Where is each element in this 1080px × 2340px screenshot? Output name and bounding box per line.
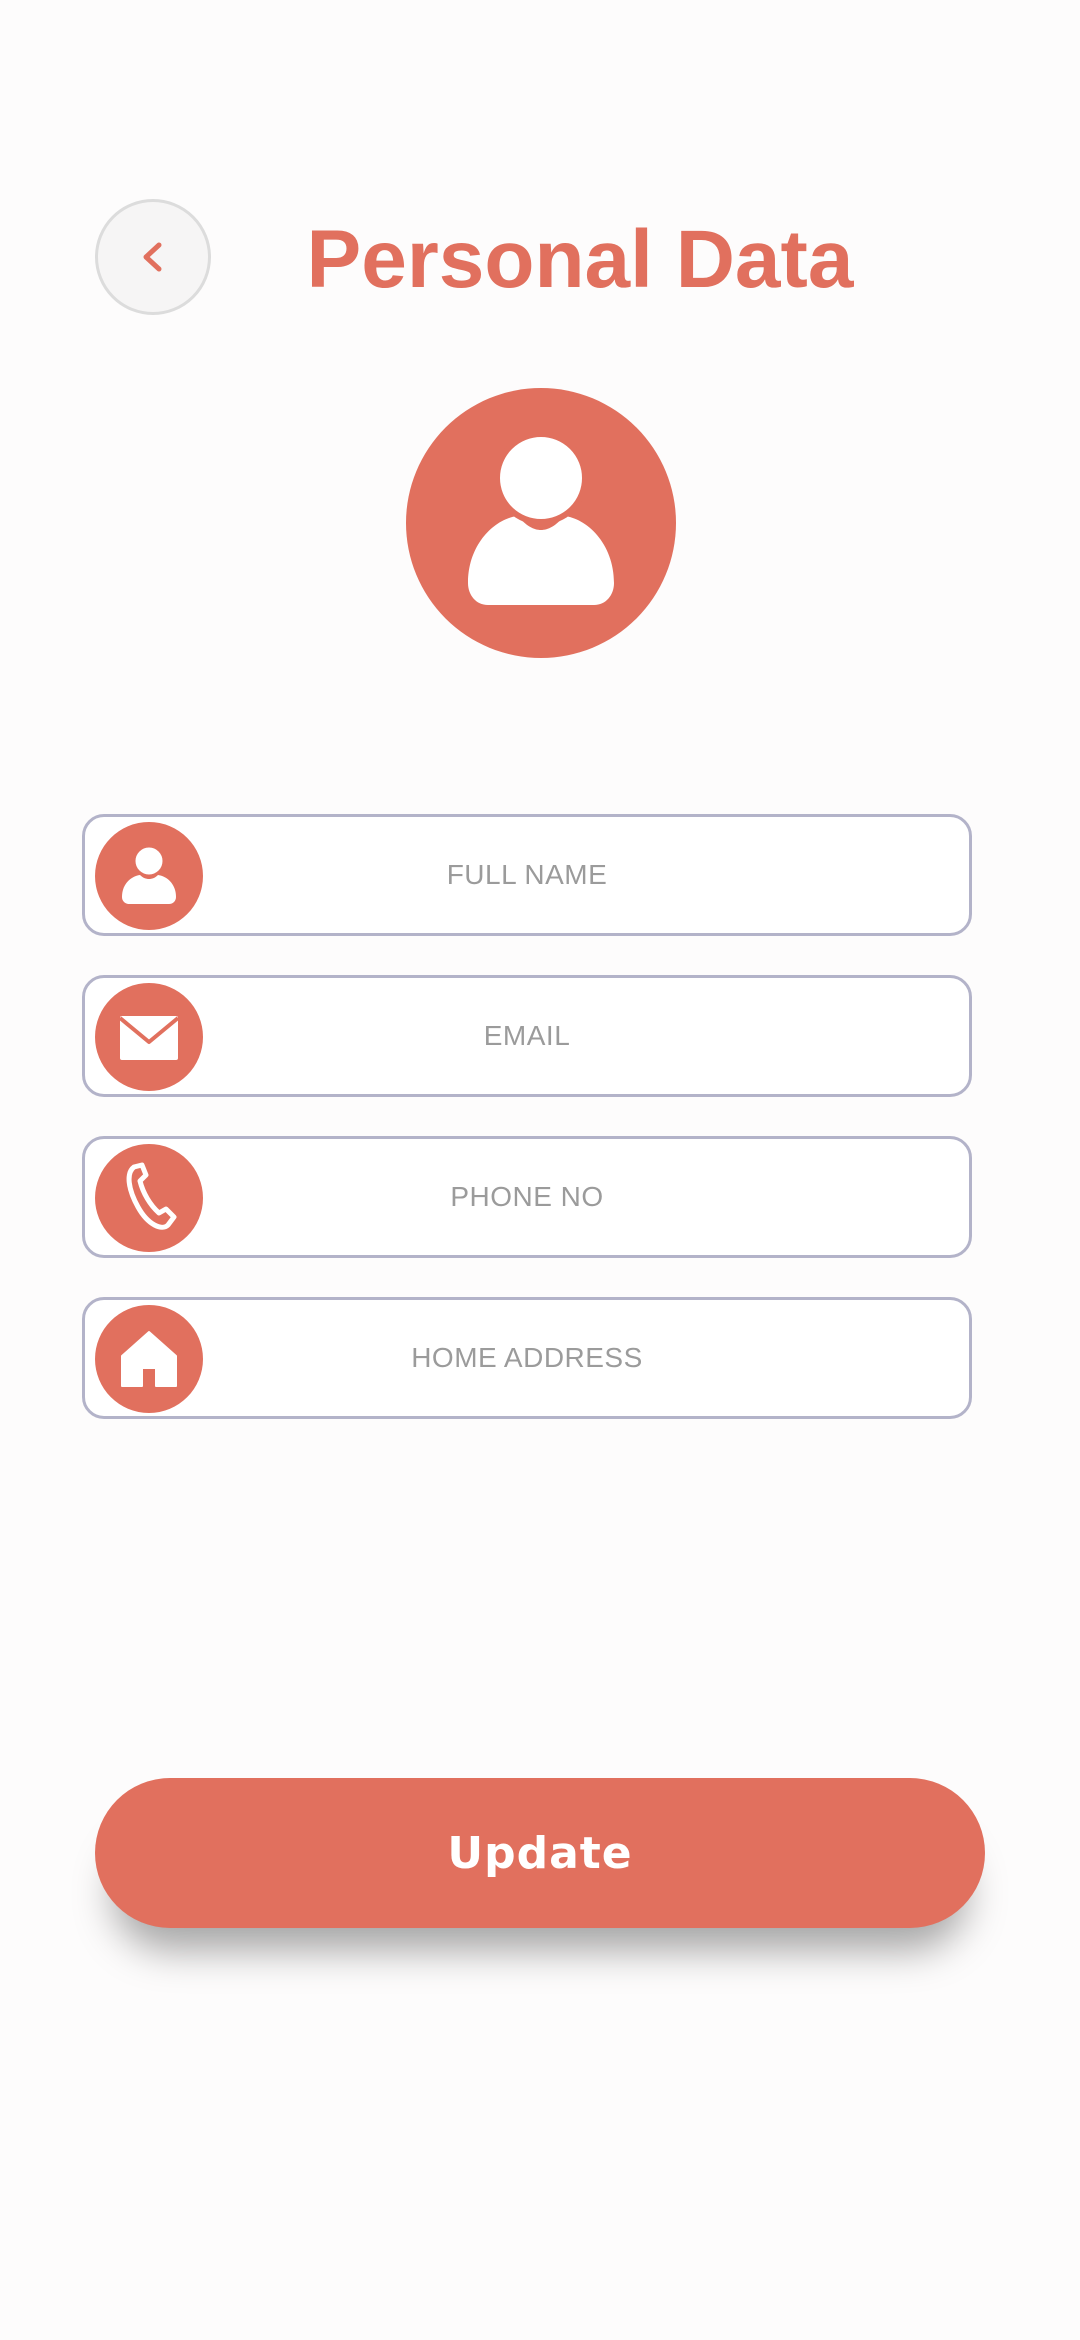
phone-field[interactable] xyxy=(82,1136,972,1258)
personal-data-screen: Personal Data FULL NAME EMAIL PHONE NO H… xyxy=(0,0,1080,2340)
avatar xyxy=(406,388,676,658)
user-icon xyxy=(468,431,614,605)
email-field[interactable] xyxy=(82,975,972,1097)
page-title: Personal Data xyxy=(306,214,854,305)
back-button[interactable] xyxy=(95,199,211,315)
full-name-input[interactable] xyxy=(85,817,969,933)
chevron-left-icon xyxy=(143,242,162,272)
home-address-input[interactable] xyxy=(85,1300,969,1416)
email-input[interactable] xyxy=(85,978,969,1094)
full-name-field[interactable] xyxy=(82,814,972,936)
update-button[interactable]: Update xyxy=(95,1778,985,1928)
home-address-field[interactable] xyxy=(82,1297,972,1419)
phone-input[interactable] xyxy=(85,1139,969,1255)
